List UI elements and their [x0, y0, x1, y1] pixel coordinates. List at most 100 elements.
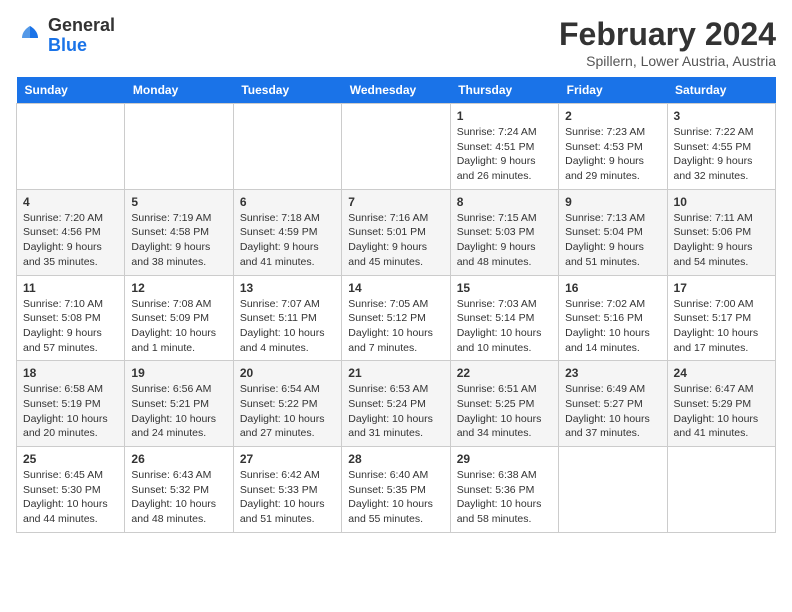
day-info: Sunrise: 7:05 AM Sunset: 5:12 PM Dayligh… [348, 297, 443, 356]
day-number: 17 [674, 281, 769, 295]
day-number: 29 [457, 452, 552, 466]
day-info: Sunrise: 6:51 AM Sunset: 5:25 PM Dayligh… [457, 382, 552, 441]
day-number: 24 [674, 366, 769, 380]
day-number: 14 [348, 281, 443, 295]
day-info: Sunrise: 6:40 AM Sunset: 5:35 PM Dayligh… [348, 468, 443, 527]
day-number: 27 [240, 452, 335, 466]
day-number: 13 [240, 281, 335, 295]
calendar-cell: 5 Sunrise: 7:19 AM Sunset: 4:58 PM Daylig… [125, 189, 233, 275]
day-info: Sunrise: 7:20 AM Sunset: 4:56 PM Dayligh… [23, 211, 118, 270]
day-info: Sunrise: 7:00 AM Sunset: 5:17 PM Dayligh… [674, 297, 769, 356]
day-info: Sunrise: 7:13 AM Sunset: 5:04 PM Dayligh… [565, 211, 660, 270]
calendar-week-2: 4 Sunrise: 7:20 AM Sunset: 4:56 PM Daylig… [17, 189, 776, 275]
calendar-cell: 6 Sunrise: 7:18 AM Sunset: 4:59 PM Daylig… [233, 189, 341, 275]
day-info: Sunrise: 7:08 AM Sunset: 5:09 PM Dayligh… [131, 297, 226, 356]
day-number: 8 [457, 195, 552, 209]
day-number: 2 [565, 109, 660, 123]
day-number: 16 [565, 281, 660, 295]
calendar-cell: 7 Sunrise: 7:16 AM Sunset: 5:01 PM Daylig… [342, 189, 450, 275]
calendar-cell: 19 Sunrise: 6:56 AM Sunset: 5:21 PM Dayli… [125, 361, 233, 447]
calendar-cell: 26 Sunrise: 6:43 AM Sunset: 5:32 PM Dayli… [125, 447, 233, 533]
day-info: Sunrise: 6:42 AM Sunset: 5:33 PM Dayligh… [240, 468, 335, 527]
day-info: Sunrise: 7:18 AM Sunset: 4:59 PM Dayligh… [240, 211, 335, 270]
weekday-header-wednesday: Wednesday [342, 77, 450, 104]
calendar-cell [233, 104, 341, 190]
calendar-cell: 20 Sunrise: 6:54 AM Sunset: 5:22 PM Dayli… [233, 361, 341, 447]
day-info: Sunrise: 6:45 AM Sunset: 5:30 PM Dayligh… [23, 468, 118, 527]
logo: General Blue [16, 16, 115, 56]
day-info: Sunrise: 6:43 AM Sunset: 5:32 PM Dayligh… [131, 468, 226, 527]
weekday-header-monday: Monday [125, 77, 233, 104]
day-number: 1 [457, 109, 552, 123]
day-info: Sunrise: 6:54 AM Sunset: 5:22 PM Dayligh… [240, 382, 335, 441]
day-info: Sunrise: 7:15 AM Sunset: 5:03 PM Dayligh… [457, 211, 552, 270]
day-info: Sunrise: 6:56 AM Sunset: 5:21 PM Dayligh… [131, 382, 226, 441]
calendar-cell: 14 Sunrise: 7:05 AM Sunset: 5:12 PM Dayli… [342, 275, 450, 361]
location-text: Spillern, Lower Austria, Austria [559, 53, 776, 69]
weekday-header-sunday: Sunday [17, 77, 125, 104]
logo-icon [16, 22, 44, 50]
day-number: 4 [23, 195, 118, 209]
calendar-week-1: 1 Sunrise: 7:24 AM Sunset: 4:51 PM Daylig… [17, 104, 776, 190]
calendar-week-3: 11Sunrise: 7:10 AM Sunset: 5:08 PM Dayli… [17, 275, 776, 361]
day-info: Sunrise: 7:22 AM Sunset: 4:55 PM Dayligh… [674, 125, 769, 184]
weekday-header-saturday: Saturday [667, 77, 775, 104]
calendar-cell: 16Sunrise: 7:02 AM Sunset: 5:16 PM Dayli… [559, 275, 667, 361]
calendar-cell: 3 Sunrise: 7:22 AM Sunset: 4:55 PM Daylig… [667, 104, 775, 190]
day-number: 26 [131, 452, 226, 466]
calendar-cell: 17 Sunrise: 7:00 AM Sunset: 5:17 PM Dayli… [667, 275, 775, 361]
calendar-cell: 21Sunrise: 6:53 AM Sunset: 5:24 PM Dayli… [342, 361, 450, 447]
calendar-cell: 29Sunrise: 6:38 AM Sunset: 5:36 PM Dayli… [450, 447, 558, 533]
day-number: 5 [131, 195, 226, 209]
calendar-cell: 11Sunrise: 7:10 AM Sunset: 5:08 PM Dayli… [17, 275, 125, 361]
calendar-cell [342, 104, 450, 190]
logo-blue-text: Blue [48, 35, 87, 55]
day-number: 20 [240, 366, 335, 380]
calendar-cell [125, 104, 233, 190]
day-number: 18 [23, 366, 118, 380]
month-title: February 2024 [559, 16, 776, 53]
calendar-cell: 22 Sunrise: 6:51 AM Sunset: 5:25 PM Dayli… [450, 361, 558, 447]
day-info: Sunrise: 6:58 AM Sunset: 5:19 PM Dayligh… [23, 382, 118, 441]
day-info: Sunrise: 7:23 AM Sunset: 4:53 PM Dayligh… [565, 125, 660, 184]
day-info: Sunrise: 6:53 AM Sunset: 5:24 PM Dayligh… [348, 382, 443, 441]
title-area: February 2024 Spillern, Lower Austria, A… [559, 16, 776, 69]
calendar-cell [559, 447, 667, 533]
day-number: 3 [674, 109, 769, 123]
day-info: Sunrise: 7:07 AM Sunset: 5:11 PM Dayligh… [240, 297, 335, 356]
day-number: 22 [457, 366, 552, 380]
day-number: 10 [674, 195, 769, 209]
calendar-week-4: 18 Sunrise: 6:58 AM Sunset: 5:19 PM Dayli… [17, 361, 776, 447]
weekday-header-tuesday: Tuesday [233, 77, 341, 104]
calendar-cell: 8 Sunrise: 7:15 AM Sunset: 5:03 PM Daylig… [450, 189, 558, 275]
calendar-cell: 4 Sunrise: 7:20 AM Sunset: 4:56 PM Daylig… [17, 189, 125, 275]
calendar-cell: 2 Sunrise: 7:23 AM Sunset: 4:53 PM Daylig… [559, 104, 667, 190]
day-number: 19 [131, 366, 226, 380]
calendar-cell: 18 Sunrise: 6:58 AM Sunset: 5:19 PM Dayli… [17, 361, 125, 447]
calendar-cell: 10 Sunrise: 7:11 AM Sunset: 5:06 PM Dayli… [667, 189, 775, 275]
day-number: 6 [240, 195, 335, 209]
calendar-header: SundayMondayTuesdayWednesdayThursdayFrid… [17, 77, 776, 104]
calendar-cell: 25Sunrise: 6:45 AM Sunset: 5:30 PM Dayli… [17, 447, 125, 533]
day-info: Sunrise: 6:49 AM Sunset: 5:27 PM Dayligh… [565, 382, 660, 441]
day-info: Sunrise: 6:47 AM Sunset: 5:29 PM Dayligh… [674, 382, 769, 441]
day-info: Sunrise: 7:11 AM Sunset: 5:06 PM Dayligh… [674, 211, 769, 270]
page-header: General Blue February 2024 Spillern, Low… [16, 16, 776, 69]
day-number: 23 [565, 366, 660, 380]
day-info: Sunrise: 7:16 AM Sunset: 5:01 PM Dayligh… [348, 211, 443, 270]
day-info: Sunrise: 7:10 AM Sunset: 5:08 PM Dayligh… [23, 297, 118, 356]
calendar-cell [667, 447, 775, 533]
calendar-cell: 1 Sunrise: 7:24 AM Sunset: 4:51 PM Daylig… [450, 104, 558, 190]
calendar-cell: 13 Sunrise: 7:07 AM Sunset: 5:11 PM Dayli… [233, 275, 341, 361]
day-info: Sunrise: 7:24 AM Sunset: 4:51 PM Dayligh… [457, 125, 552, 184]
day-info: Sunrise: 7:19 AM Sunset: 4:58 PM Dayligh… [131, 211, 226, 270]
calendar-cell: 15Sunrise: 7:03 AM Sunset: 5:14 PM Dayli… [450, 275, 558, 361]
weekday-header-thursday: Thursday [450, 77, 558, 104]
day-number: 12 [131, 281, 226, 295]
calendar-cell: 28Sunrise: 6:40 AM Sunset: 5:35 PM Dayli… [342, 447, 450, 533]
day-info: Sunrise: 7:03 AM Sunset: 5:14 PM Dayligh… [457, 297, 552, 356]
calendar-cell [17, 104, 125, 190]
calendar-cell: 12 Sunrise: 7:08 AM Sunset: 5:09 PM Dayli… [125, 275, 233, 361]
day-number: 7 [348, 195, 443, 209]
calendar-cell: 27 Sunrise: 6:42 AM Sunset: 5:33 PM Dayli… [233, 447, 341, 533]
